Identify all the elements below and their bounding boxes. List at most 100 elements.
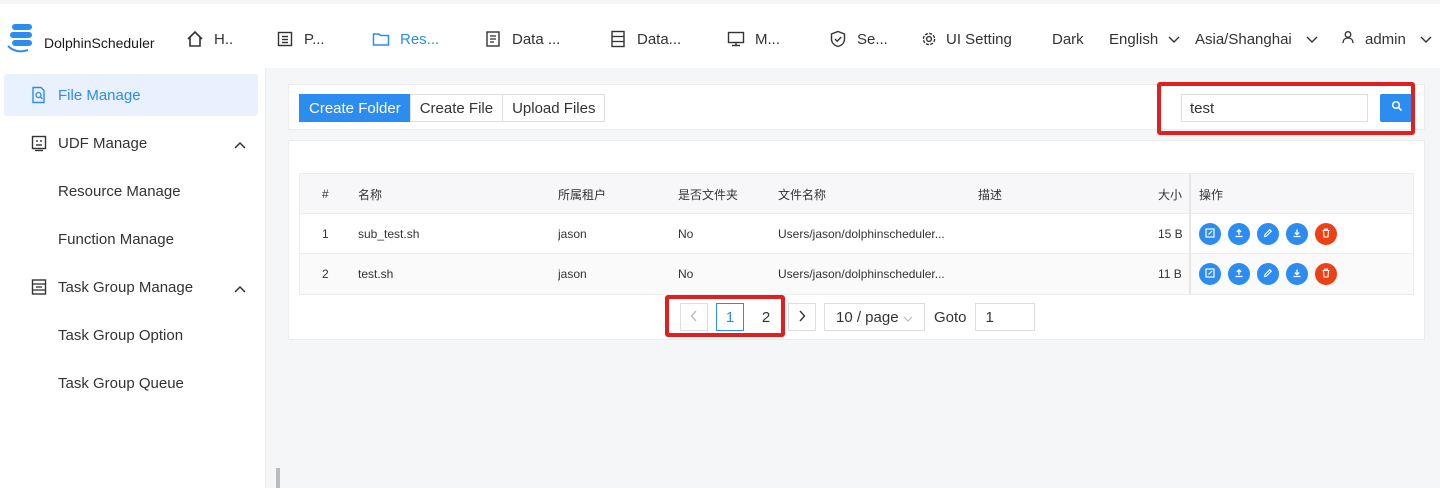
user-dropdown[interactable]: admin bbox=[1341, 26, 1432, 52]
upload-icon bbox=[1234, 227, 1244, 241]
user-label: admin bbox=[1365, 30, 1406, 48]
nav-data-quality[interactable]: Data ... bbox=[484, 26, 560, 52]
nav-ui-setting[interactable]: UI Setting bbox=[920, 26, 1012, 52]
sidebar-item-udf-manage[interactable]: UDF Manage bbox=[4, 122, 258, 164]
logo-text: DolphinScheduler bbox=[44, 35, 155, 51]
sidebar-item-label: UDF Manage bbox=[58, 134, 148, 152]
download-button[interactable] bbox=[1286, 223, 1308, 245]
top-navbar: DolphinScheduler H.. P... Res... Data ..… bbox=[0, 0, 1440, 68]
nav-security[interactable]: Se... bbox=[829, 26, 888, 52]
chevron-up-icon bbox=[234, 280, 246, 297]
language-label: English bbox=[1109, 30, 1159, 48]
file-table: # 名称 所属租户 是否文件夹 文件名称 描述 大小 操作 1 sub_test… bbox=[299, 173, 1414, 295]
table-row: 2 test.sh jason No Users/jason/dolphinsc… bbox=[300, 254, 1413, 294]
col-description: 描述 bbox=[978, 187, 1003, 202]
nav-resources[interactable]: Res... bbox=[372, 26, 439, 52]
row-name[interactable]: test.sh bbox=[358, 254, 393, 294]
sidebar-item-file-manage[interactable]: File Manage bbox=[4, 74, 258, 116]
row-index: 1 bbox=[322, 227, 329, 241]
project-icon bbox=[276, 30, 294, 48]
create-folder-button[interactable]: Create Folder bbox=[299, 94, 411, 122]
col-operation: 操作 bbox=[1199, 187, 1224, 202]
table-header: # 名称 所属租户 是否文件夹 文件名称 描述 大小 操作 bbox=[300, 174, 1413, 214]
sidebar-item-task-group-option[interactable]: Task Group Option bbox=[58, 327, 183, 344]
row-size: 11 B bbox=[1158, 267, 1182, 281]
row-name[interactable]: sub_test.sh bbox=[358, 214, 419, 254]
nav-datasource-label: Data... bbox=[637, 30, 682, 48]
row-tenant: jason bbox=[558, 227, 587, 241]
nav-resources-label: Res... bbox=[400, 30, 440, 48]
sidebar-item-task-group-manage[interactable]: Task Group Manage bbox=[4, 266, 258, 308]
theme-toggle[interactable]: Dark bbox=[1052, 26, 1084, 52]
reupload-button[interactable] bbox=[1228, 263, 1250, 285]
file-search-icon bbox=[30, 86, 48, 104]
download-button[interactable] bbox=[1286, 263, 1308, 285]
chevron-up-icon bbox=[234, 136, 246, 153]
monitor-icon bbox=[727, 30, 745, 48]
udf-icon bbox=[30, 134, 48, 152]
upload-files-button[interactable]: Upload Files bbox=[502, 94, 606, 122]
search-highlight-box bbox=[1157, 82, 1415, 135]
sidebar-item-label: File Manage bbox=[58, 86, 141, 104]
chevron-right-icon bbox=[798, 309, 806, 326]
table-row: 1 sub_test.sh jason No Users/jason/dolph… bbox=[300, 214, 1413, 254]
file-table-card: # 名称 所属租户 是否文件夹 文件名称 描述 大小 操作 1 sub_test… bbox=[288, 140, 1425, 340]
logo[interactable]: DolphinScheduler bbox=[6, 22, 155, 56]
security-icon bbox=[829, 30, 847, 48]
edit-icon bbox=[1205, 267, 1215, 281]
row-file-name: Users/jason/dolphinscheduler... bbox=[778, 267, 945, 281]
nav-monitor[interactable]: M... bbox=[727, 26, 780, 52]
nav-home[interactable]: H.. bbox=[186, 26, 233, 52]
trash-icon bbox=[1321, 227, 1331, 241]
next-page-button[interactable] bbox=[788, 303, 816, 331]
row-is-folder: No bbox=[678, 227, 694, 241]
edit-button[interactable] bbox=[1199, 223, 1221, 245]
language-dropdown[interactable]: English bbox=[1109, 26, 1180, 52]
nav-datasource[interactable]: Data... bbox=[609, 26, 681, 52]
chevron-down-icon bbox=[1420, 31, 1432, 48]
rename-button[interactable] bbox=[1257, 263, 1279, 285]
goto-page-input[interactable]: 1 bbox=[974, 303, 1035, 331]
row-tenant: jason bbox=[558, 267, 587, 281]
col-tenant: 所属租户 bbox=[558, 187, 607, 202]
scrollbar-handle[interactable] bbox=[276, 468, 280, 488]
user-icon bbox=[1341, 30, 1355, 48]
sidebar-item-task-group-queue[interactable]: Task Group Queue bbox=[58, 375, 184, 392]
row-file-name: Users/jason/dolphinscheduler... bbox=[778, 227, 945, 241]
sidebar: File Manage UDF Manage Resource Manage F… bbox=[0, 68, 266, 488]
edit-icon bbox=[1205, 227, 1215, 241]
row-actions bbox=[1199, 263, 1344, 285]
folder-icon bbox=[372, 30, 390, 48]
sidebar-item-function-manage[interactable]: Function Manage bbox=[58, 231, 174, 248]
pagination-highlight-box bbox=[665, 295, 785, 337]
col-index: # bbox=[322, 187, 329, 201]
nav-home-label: H.. bbox=[214, 30, 234, 48]
create-file-button[interactable]: Create File bbox=[409, 94, 504, 122]
dolphin-logo-icon bbox=[6, 22, 40, 56]
sidebar-item-label: Task Group Manage bbox=[58, 278, 194, 296]
nav-security-label: Se... bbox=[857, 30, 888, 48]
upload-icon bbox=[1234, 267, 1244, 281]
theme-label: Dark bbox=[1052, 30, 1084, 48]
pencil-icon bbox=[1263, 267, 1273, 281]
nav-project[interactable]: P... bbox=[276, 26, 325, 52]
chevron-down-icon bbox=[903, 309, 913, 326]
row-actions bbox=[1199, 223, 1344, 245]
sidebar-item-resource-manage[interactable]: Resource Manage bbox=[58, 183, 181, 200]
column-divider bbox=[1189, 174, 1191, 294]
col-is-folder: 是否文件夹 bbox=[678, 187, 739, 202]
timezone-dropdown[interactable]: Asia/Shanghai bbox=[1195, 26, 1318, 52]
page-size-select[interactable]: 10 / page bbox=[824, 303, 925, 331]
rename-button[interactable] bbox=[1257, 223, 1279, 245]
pencil-icon bbox=[1263, 227, 1273, 241]
timezone-label: Asia/Shanghai bbox=[1195, 30, 1292, 48]
data-quality-icon bbox=[484, 30, 502, 48]
nav-monitor-label: M... bbox=[755, 30, 780, 48]
pagination-controls: 10 / page Goto 1 bbox=[788, 303, 1035, 331]
delete-button[interactable] bbox=[1315, 263, 1337, 285]
delete-button[interactable] bbox=[1315, 223, 1337, 245]
reupload-button[interactable] bbox=[1228, 223, 1250, 245]
edit-button[interactable] bbox=[1199, 263, 1221, 285]
nav-project-label: P... bbox=[304, 30, 325, 48]
nav-ui-setting-label: UI Setting bbox=[946, 30, 1012, 48]
